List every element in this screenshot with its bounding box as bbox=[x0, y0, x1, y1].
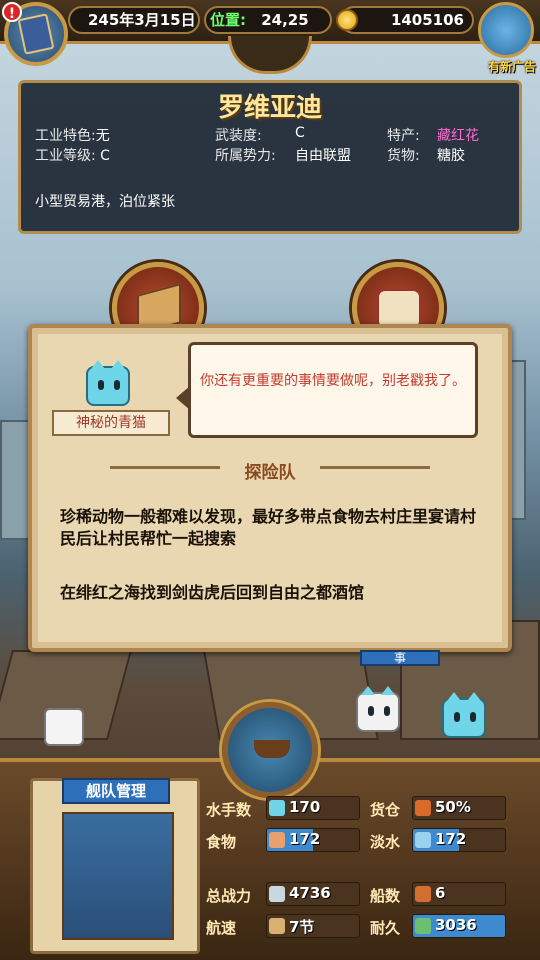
dialog-paragraph: 在绯红之海找到剑齿虎后回到自由之都酒馆 bbox=[60, 583, 365, 602]
cat-eye bbox=[454, 712, 460, 722]
dialog-paragraph: 珍稀动物一般都难以发现，最好多带点食物去村庄里宴请村民后让村民帮忙一起搜索 bbox=[60, 507, 477, 548]
stat-bar: 3036 bbox=[412, 914, 506, 938]
stat-value: 6 bbox=[435, 884, 446, 902]
stat-value: 7节 bbox=[289, 918, 315, 936]
info-value: 藏红花 bbox=[437, 128, 479, 144]
stat-bar: 4736 bbox=[266, 882, 360, 906]
ship-icon bbox=[254, 740, 290, 758]
speaker-name: 神秘的青猫 bbox=[52, 410, 170, 436]
city-info-panel: 罗维亚迪 工业特色:无 工业等级: C 武装度: C 所属势力: 自由联盟 特产… bbox=[18, 80, 522, 234]
blue-cat-portrait bbox=[86, 360, 130, 406]
scroll-icon bbox=[377, 289, 421, 329]
stat-value: 172 bbox=[289, 830, 321, 848]
food-icon bbox=[269, 832, 285, 848]
stat-bar: 6 bbox=[412, 882, 506, 906]
cat-eye bbox=[470, 712, 476, 722]
ship-count-icon bbox=[415, 886, 431, 902]
cargo-icon bbox=[415, 800, 431, 816]
speech-text: 你还有更重要的事情要做呢，别老戳我了。 bbox=[200, 373, 466, 389]
info-key: 武装度: bbox=[215, 128, 262, 144]
stat-label: 耐久 bbox=[370, 919, 401, 937]
shiba-companion[interactable] bbox=[356, 686, 400, 732]
city-description: 小型贸易港，泊位紧张 bbox=[35, 194, 175, 210]
speed-icon bbox=[269, 918, 285, 934]
fleet-stats: 水手数 170 货仓 50% 食物 172 淡水 172 总战力 4736 船数… bbox=[206, 790, 506, 950]
info-value: C bbox=[295, 125, 305, 141]
stat-bar: 50% bbox=[412, 796, 506, 820]
info-key: 货物: bbox=[387, 148, 420, 164]
date-text: 245年3月15日 bbox=[88, 11, 196, 29]
info-armament: 武装度: C bbox=[215, 125, 305, 145]
fleet-management-button[interactable]: 舰队管理 bbox=[62, 778, 170, 804]
stat-value: 50% bbox=[435, 798, 471, 816]
book-icon bbox=[17, 13, 55, 55]
gold-pill: 1405106 bbox=[340, 6, 474, 34]
gold-value: 1405106 bbox=[390, 11, 464, 29]
stat-cargo: 货仓 50% bbox=[370, 796, 524, 822]
stat-bar: 172 bbox=[266, 828, 360, 852]
stat-value: 4736 bbox=[289, 884, 331, 902]
blue-cat-companion[interactable] bbox=[442, 692, 486, 738]
stat-label: 船数 bbox=[370, 887, 401, 905]
shiba-eye bbox=[384, 706, 390, 716]
info-key: 特产: bbox=[387, 128, 420, 144]
flagship-image[interactable] bbox=[62, 812, 174, 940]
info-key: 所属势力: bbox=[215, 148, 276, 164]
stat-value: 3036 bbox=[435, 916, 477, 934]
stat-ship-count: 船数 6 bbox=[370, 882, 524, 908]
white-box-companion[interactable] bbox=[44, 708, 84, 746]
stat-label: 货仓 bbox=[370, 801, 401, 819]
info-goods: 货物: 糖胶 bbox=[387, 145, 465, 165]
ad-label: 有新广告 bbox=[487, 60, 536, 74]
hidden-action-button[interactable]: 事 bbox=[360, 650, 440, 666]
stat-water: 淡水 172 bbox=[370, 828, 524, 854]
speech-bubble bbox=[188, 342, 478, 438]
sail-button[interactable] bbox=[222, 702, 318, 798]
stat-bar: 170 bbox=[266, 796, 360, 820]
durability-icon bbox=[415, 918, 431, 934]
water-icon bbox=[415, 832, 431, 848]
position-pill: 位置: 24,25 bbox=[204, 6, 332, 34]
stat-durability: 耐久 3036 bbox=[370, 914, 524, 940]
info-value: 自由联盟 bbox=[295, 148, 351, 164]
stat-label: 淡水 bbox=[370, 833, 401, 851]
shiba-eye bbox=[368, 706, 374, 716]
info-industry-level: 工业等级: C bbox=[35, 145, 110, 165]
stat-food: 食物 172 bbox=[206, 828, 360, 854]
stat-label: 食物 bbox=[206, 833, 237, 851]
stat-speed: 航速 7节 bbox=[206, 914, 360, 940]
stat-value: 172 bbox=[435, 830, 467, 848]
cat-eye bbox=[98, 380, 104, 390]
info-value: C bbox=[100, 148, 110, 164]
stat-bar: 7节 bbox=[266, 914, 360, 938]
hidden-action-label: 事 bbox=[393, 651, 406, 665]
info-key: 工业特色: bbox=[35, 128, 96, 144]
stat-sailors: 水手数 170 bbox=[206, 796, 360, 822]
info-value: 糖胶 bbox=[437, 148, 465, 164]
info-faction: 所属势力: 自由联盟 bbox=[215, 145, 351, 165]
sailor-icon bbox=[269, 800, 285, 816]
power-icon bbox=[269, 886, 285, 902]
ad-chest-button[interactable] bbox=[478, 2, 534, 58]
position-value: 24,25 bbox=[261, 11, 309, 29]
stat-label: 水手数 bbox=[206, 801, 252, 819]
date-pill: 245年3月15日 bbox=[68, 6, 200, 34]
info-key: 工业等级: bbox=[35, 148, 96, 164]
info-value: 无 bbox=[95, 128, 110, 144]
speech-bubble-tail bbox=[176, 386, 190, 410]
stat-power: 总战力 4736 bbox=[206, 882, 360, 908]
info-specialty: 特产: 藏红花 bbox=[387, 125, 479, 145]
alert-badge: ! bbox=[2, 2, 22, 22]
stat-label: 航速 bbox=[206, 919, 237, 937]
gold-coin-icon bbox=[336, 9, 358, 31]
stat-value: 170 bbox=[289, 798, 321, 816]
city-name: 罗维亚迪 bbox=[217, 93, 322, 123]
cat-eye bbox=[114, 380, 120, 390]
section-title: 探险队 bbox=[244, 463, 296, 483]
stat-bar: 172 bbox=[412, 828, 506, 852]
info-industry-feature: 工业特色:无 bbox=[35, 125, 110, 145]
stat-label: 总战力 bbox=[206, 887, 252, 905]
position-label: 位置: bbox=[210, 11, 246, 29]
